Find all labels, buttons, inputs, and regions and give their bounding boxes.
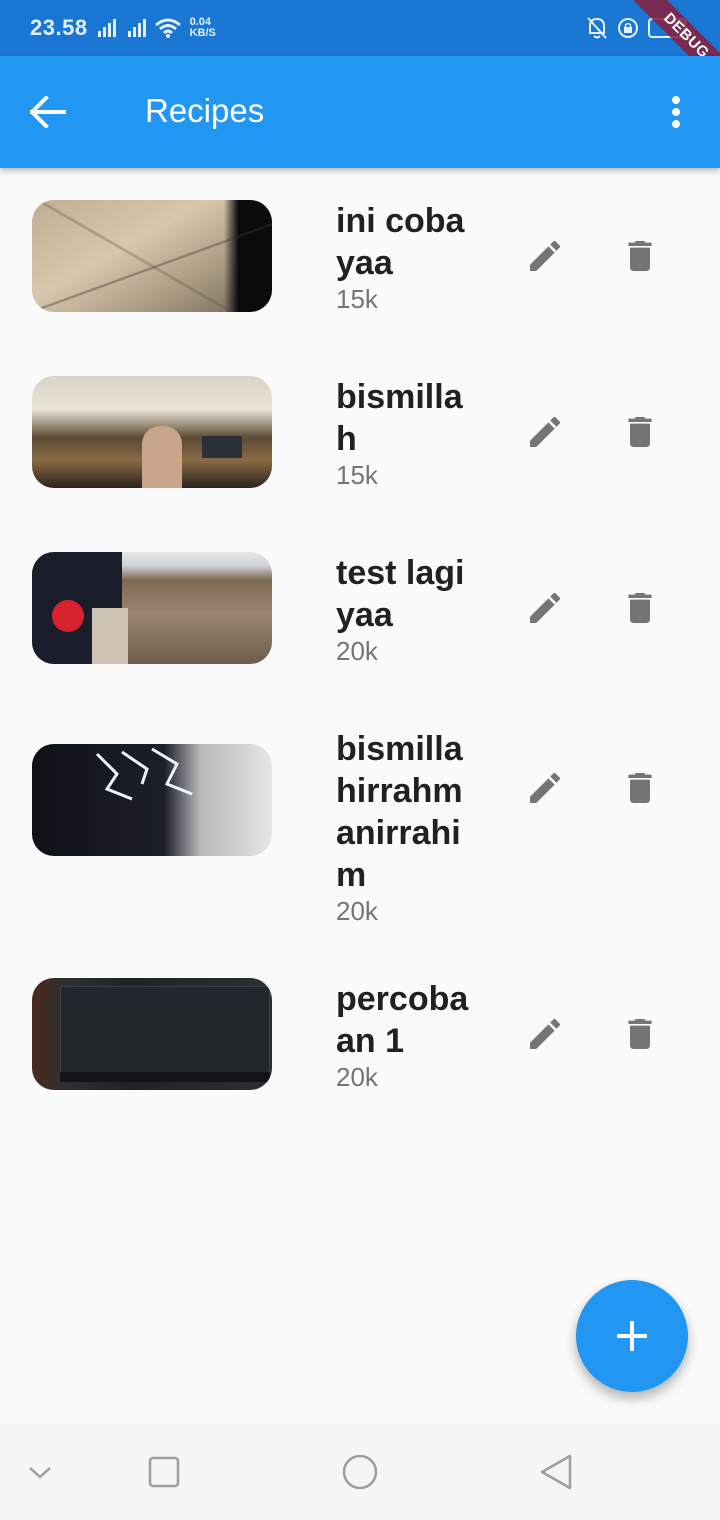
pencil-icon [530,240,561,271]
recipe-price: 20k [336,636,378,666]
nav-home-button[interactable] [336,1450,384,1494]
delete-button[interactable] [612,404,668,460]
bell-off-icon [587,17,607,39]
arrow-back-icon [30,96,66,128]
status-time: 23.58 [30,15,88,40]
recipe-title: test lagi yaa [336,554,465,634]
wifi-icon [154,18,181,38]
trash-icon [628,417,652,447]
recipe-image [32,376,272,488]
pencil-icon [530,1018,561,1049]
app-bar: Recipes [0,56,720,168]
signal-icon [97,19,118,37]
recipe-image [32,744,272,856]
signal-icon-2 [127,19,148,37]
trash-icon [628,241,652,271]
recipe-price: 15k [336,284,378,314]
recipe-title: bismillah [336,378,463,458]
circle-icon [342,1454,378,1490]
triangle-back-icon [540,1454,572,1490]
plus-icon [617,1321,647,1351]
screen: 23.58 0.04 KB/S DEBUG Recipes ini coba y… [0,0,720,1520]
more-vert-icon [672,96,680,104]
pencil-icon [530,772,561,803]
edit-button[interactable] [517,760,573,816]
nav-hide-button[interactable] [16,1450,64,1494]
recipe-title: percobaan 1 [336,980,469,1060]
page-title: Recipes [145,92,265,129]
pencil-icon [530,416,561,447]
delete-button[interactable] [612,580,668,636]
status-bar: 23.58 0.04 KB/S DEBUG [0,0,720,102]
rotation-lock-icon [618,18,638,38]
network-speed-unit: KB/S [189,27,216,39]
delete-button[interactable] [612,760,668,816]
delete-button[interactable] [612,228,668,284]
recipe-price: 20k [336,1062,378,1092]
recipe-price: 15k [336,460,378,490]
recipe-title: bismillahirrahmanirrahim [336,730,463,894]
square-icon [148,1456,180,1488]
edit-button[interactable] [517,228,573,284]
trash-icon [628,1019,652,1049]
nav-back-button[interactable] [532,1450,580,1494]
edit-button[interactable] [517,404,573,460]
edit-button[interactable] [517,580,573,636]
recipe-image [32,552,272,664]
add-recipe-button[interactable] [576,1280,688,1392]
back-button[interactable] [24,88,72,136]
nav-recents-button[interactable] [140,1450,188,1494]
chevron-down-icon [29,1467,51,1479]
recipe-image [32,200,272,312]
recipe-image [32,978,272,1090]
delete-button[interactable] [612,1006,668,1062]
network-speed: 0.04 KB/S [190,17,216,39]
recipe-price: 20k [336,896,378,926]
pencil-icon [530,592,561,623]
more-options-button[interactable] [660,92,692,132]
system-nav-bar [0,1424,720,1520]
trash-icon [628,593,652,623]
recipe-title: ini coba yaa [336,202,465,282]
trash-icon [628,773,652,803]
edit-button[interactable] [517,1006,573,1062]
